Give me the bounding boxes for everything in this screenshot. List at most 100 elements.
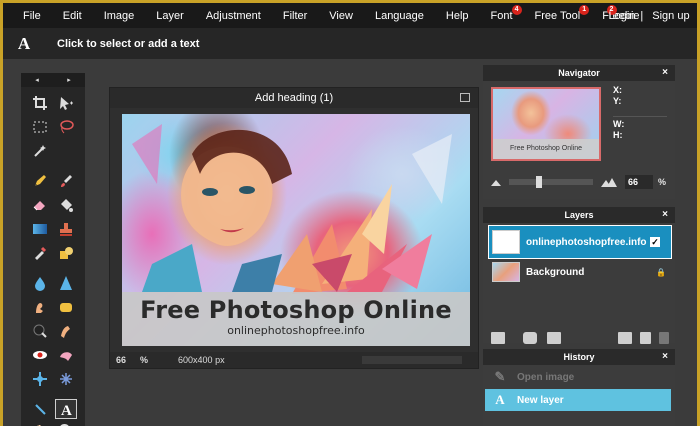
hand-tool-icon[interactable]	[29, 421, 51, 426]
canvas[interactable]: Free Photoshop Online onlinephotoshopfre…	[122, 114, 470, 346]
layer-toolbar	[491, 331, 669, 345]
new-layer-icon[interactable]	[618, 332, 632, 344]
zoom-input[interactable]: 66	[625, 175, 653, 189]
navigator-header[interactable]: Navigator ×	[483, 65, 675, 81]
canvas-artwork: Free Photoshop Online onlinephotoshopfre…	[122, 114, 470, 346]
brush-tool-icon[interactable]	[55, 171, 77, 191]
eyedropper-tool-icon[interactable]	[29, 243, 51, 263]
navigator-caption: Free Photoshop Online	[493, 139, 599, 159]
document-title: Add heading (1)	[254, 92, 334, 104]
banner-title: Free Photoshop Online	[140, 296, 452, 324]
layer-name: Background	[526, 266, 585, 278]
menu-image[interactable]: Image	[93, 10, 146, 22]
line-tool-icon[interactable]	[29, 399, 51, 419]
marquee-tool-icon[interactable]	[29, 117, 51, 137]
lasso-tool-icon[interactable]	[55, 117, 77, 137]
blur-tool-icon[interactable]	[29, 273, 51, 293]
menu-font[interactable]: Font 4	[480, 4, 524, 22]
paint-bucket-icon[interactable]	[55, 195, 77, 215]
history-item-label: Open image	[517, 371, 575, 383]
dodge-tool-icon[interactable]	[55, 321, 77, 341]
zoom-unit: %	[658, 177, 667, 187]
navigator-divider	[613, 116, 667, 117]
magic-wand-icon[interactable]	[29, 141, 51, 161]
navigator-panel: Navigator × Free Photoshop Online X: Y: …	[483, 65, 675, 199]
banner-subtitle: onlinephotoshopfree.info	[227, 324, 365, 337]
text-tool-button[interactable]: A	[55, 399, 77, 419]
y-label: Y:	[613, 96, 622, 106]
menu-language[interactable]: Language	[364, 10, 435, 22]
document-title-bar[interactable]: Add heading (1)	[110, 88, 478, 108]
delete-layer-icon[interactable]	[640, 332, 651, 344]
sharpen-tool-icon[interactable]	[55, 273, 77, 293]
navigator-coords: X: Y: W: H:	[613, 85, 624, 141]
menu-font-badge: 4	[511, 4, 522, 15]
smudge-tool-icon[interactable]	[29, 297, 51, 317]
text-tool-icon: A	[17, 33, 31, 53]
doc-size: 600x400 px	[178, 355, 225, 365]
menu-adjustment[interactable]: Adjustment	[195, 10, 272, 22]
menu-filter[interactable]: Filter	[272, 10, 318, 22]
menu-layer[interactable]: Layer	[145, 10, 195, 22]
navigator-close-icon[interactable]: ×	[662, 65, 668, 81]
options-bar: A Click to select or add a text	[3, 28, 697, 59]
layers-panel: Layers × onlinephotoshopfree.info ✓ Back…	[483, 207, 675, 345]
svg-text:A: A	[61, 403, 72, 417]
red-eye-tool-icon[interactable]	[29, 345, 51, 365]
menu-help[interactable]: Help	[435, 10, 480, 22]
history-item[interactable]: A New layer	[485, 389, 671, 411]
menu-view[interactable]: View	[318, 10, 364, 22]
layer-style-icon[interactable]	[491, 332, 505, 344]
menu-edit[interactable]: Edit	[52, 10, 93, 22]
menu-free-tool[interactable]: Free Tool 1	[524, 4, 592, 22]
signup-link[interactable]: Sign up	[644, 10, 697, 22]
history-title: History	[563, 352, 595, 362]
history-panel: History × ✎ Open image A New layer	[483, 349, 675, 426]
burn-tool-icon[interactable]	[29, 321, 51, 341]
layer-mask-icon[interactable]	[523, 332, 537, 344]
layer-visibility-checkbox[interactable]: ✓	[650, 237, 660, 247]
login-link[interactable]: Login	[609, 10, 640, 22]
history-text-icon: A	[495, 392, 505, 407]
sponge-tool-icon[interactable]	[55, 297, 77, 317]
zoom-out-icon[interactable]	[491, 178, 501, 186]
layer-item[interactable]: onlinephotoshopfree.info ✓	[488, 225, 672, 259]
spot-heal-tool-icon[interactable]	[29, 369, 51, 389]
image-banner: Free Photoshop Online onlinephotoshopfre…	[122, 292, 470, 346]
zoom-slider-thumb[interactable]	[536, 176, 542, 188]
move-tool-icon[interactable]	[55, 93, 77, 113]
gradient-tool-icon[interactable]	[29, 219, 51, 239]
zoom-tool-icon[interactable]	[55, 421, 77, 426]
navigator-thumbnail[interactable]: Free Photoshop Online	[491, 87, 601, 161]
h-label: H:	[613, 130, 623, 140]
toolbox: ◂ ▸ A	[21, 73, 85, 426]
layers-close-icon[interactable]: ×	[662, 207, 668, 223]
zoom-in-icon[interactable]	[601, 177, 617, 187]
patch-tool-icon[interactable]	[55, 345, 77, 365]
history-close-icon[interactable]: ×	[662, 349, 668, 365]
workspace: ◂ ▸ A Add heading (1) Free Photoshop Onl…	[3, 59, 697, 426]
pencil-tool-icon[interactable]	[29, 171, 51, 191]
collapse-left-icon[interactable]: ◂	[35, 76, 39, 84]
history-header[interactable]: History ×	[483, 349, 675, 365]
document-status-bar: 66 % 600x400 px	[110, 352, 478, 368]
layers-header[interactable]: Layers ×	[483, 207, 675, 223]
shape-tool-icon[interactable]	[55, 243, 77, 263]
zoom-slider[interactable]	[509, 176, 593, 188]
clone-heal-tool-icon[interactable]	[55, 369, 77, 389]
history-item[interactable]: ✎ Open image	[485, 366, 671, 388]
adjustment-layer-icon[interactable]	[547, 332, 561, 344]
navigator-zoom: 66 %	[491, 175, 669, 189]
layer-thumbnail	[492, 230, 520, 254]
collapse-right-icon[interactable]: ▸	[67, 76, 71, 84]
eraser-tool-icon[interactable]	[29, 195, 51, 215]
horizontal-scrollbar[interactable]	[362, 356, 462, 364]
menu-file[interactable]: File	[3, 10, 52, 22]
layer-item[interactable]: Background 🔒	[489, 259, 671, 285]
restore-window-icon[interactable]	[460, 93, 470, 102]
x-label: X:	[613, 85, 622, 95]
stamp-tool-icon[interactable]	[55, 219, 77, 239]
doc-zoom-value[interactable]: 66	[116, 355, 126, 365]
crop-tool-icon[interactable]	[29, 93, 51, 113]
panel-resize-icon[interactable]	[659, 332, 669, 344]
